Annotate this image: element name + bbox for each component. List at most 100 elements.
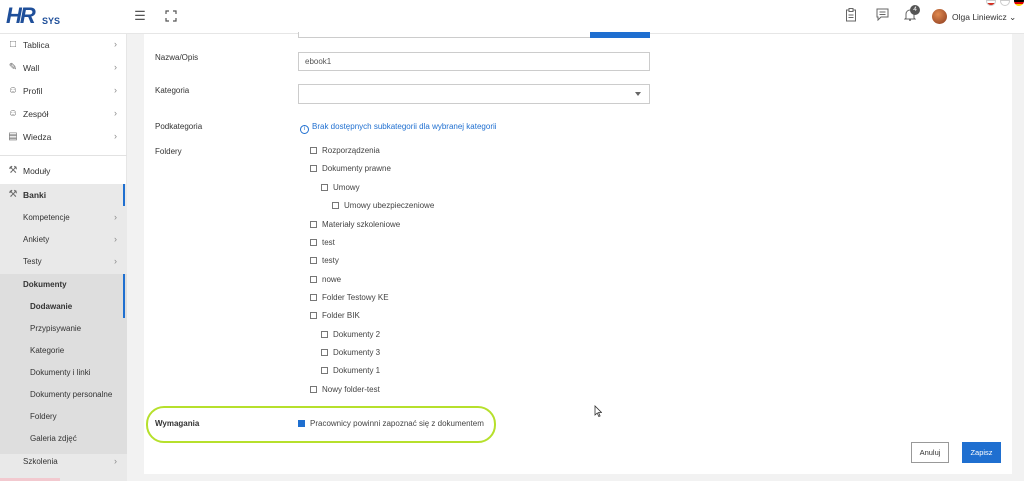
checkbox[interactable] [332, 202, 339, 209]
user-icon: ☺ [7, 85, 19, 96]
checkbox[interactable] [310, 276, 317, 283]
checkbox-checked[interactable] [298, 420, 305, 427]
category-select[interactable] [298, 84, 650, 104]
checkbox[interactable] [321, 367, 328, 374]
book-icon: ▤ [8, 131, 18, 142]
chat-icon[interactable] [874, 8, 890, 24]
document-form-panel: Nazwa/Opis ebook1 Kategoria Podkategoria… [144, 32, 1012, 474]
folder-label: Umowy ubezpieczeniowe [344, 201, 435, 210]
sidebar-item-zespol[interactable]: ☺ Zespół › [0, 103, 127, 125]
chevron-right-icon: › [114, 456, 117, 466]
notification-badge: 4 [910, 5, 920, 15]
folder-label: Folder BIK [322, 311, 360, 320]
wall-icon: ✎ [8, 62, 18, 73]
hrsys-logo[interactable]: HR SYS [6, 3, 66, 28]
sidebar-item-label: Tablica [23, 40, 50, 50]
checkbox[interactable] [310, 147, 317, 154]
sidebar-subsub-przypisywanie[interactable]: Przypisywanie [0, 318, 127, 340]
sidebar-item-banki[interactable]: ⚒ Banki [0, 184, 127, 206]
chevron-right-icon: › [114, 85, 117, 95]
sidebar-item-profil[interactable]: ☺ Profil › [0, 80, 127, 102]
checkbox[interactable] [310, 312, 317, 319]
sidebar-subsub-dokumenty-i-linki[interactable]: Dokumenty i linki [0, 362, 127, 384]
checkbox[interactable] [321, 349, 328, 356]
sidebar-item-tablica[interactable]: □ Tablica › [0, 34, 127, 56]
sidebar-subsub-foldery[interactable]: Foldery [0, 406, 127, 428]
sidebar-sub-szkolenia[interactable]: Szkolenia › [0, 451, 127, 473]
folder-checkbox[interactable]: Dokumenty prawne [310, 164, 391, 176]
folder-checkbox[interactable]: Dokumenty 3 [321, 348, 380, 360]
checkbox[interactable] [310, 386, 317, 393]
sidebar-subsub-dodawanie[interactable]: Dodawanie [0, 296, 127, 318]
chevron-right-icon: › [114, 234, 117, 244]
folder-checkbox[interactable]: Dokumenty 2 [321, 330, 380, 342]
chevron-right-icon: › [114, 62, 117, 72]
folder-checkbox[interactable]: Dokumenty 1 [321, 366, 380, 378]
folder-checkbox[interactable]: test [310, 238, 335, 250]
sidebar-item-wall[interactable]: ✎ Wall › [0, 57, 127, 79]
sidebar-sub-ankiety[interactable]: Ankiety › [0, 229, 127, 251]
save-button[interactable]: Zapisz [962, 442, 1001, 463]
folder-checkbox[interactable]: Umowy ubezpieczeniowe [332, 201, 434, 213]
requirements-checkbox[interactable]: Pracownicy powinni zapoznać się z dokume… [298, 419, 484, 428]
flag-de-icon[interactable] [1014, 0, 1024, 6]
sidebar-item-moduly[interactable]: ⚒ Moduły [0, 160, 127, 182]
cancel-button[interactable]: Anuluj [911, 442, 949, 463]
flag-pl-icon[interactable] [986, 0, 996, 6]
sidebar-subsub-galeria[interactable]: Galeria zdjęć [0, 428, 127, 450]
folder-checkbox[interactable]: Nowy folder-test [310, 385, 380, 397]
sidebar-item-wiedza[interactable]: ▤ Wiedza › [0, 126, 127, 148]
avatar[interactable] [932, 9, 947, 24]
folder-checkbox[interactable]: testy [310, 256, 339, 268]
monitor-icon: □ [9, 39, 17, 50]
sidebar-sub-kompetencje[interactable]: Kompetencje › [0, 207, 127, 229]
chevron-right-icon: › [114, 39, 117, 49]
sidebar-sub-dokumenty[interactable]: Dokumenty [0, 274, 127, 296]
category-label: Kategoria [155, 86, 190, 95]
sidebar-subsub-label: Dodawanie [30, 302, 73, 311]
checkbox[interactable] [310, 294, 317, 301]
logo-text: HR [6, 3, 36, 28]
folder-label: Umowy [333, 183, 360, 192]
sidebar-subsub-label: Przypisywanie [30, 324, 82, 333]
folder-checkbox[interactable]: Materiały szkoleniowe [310, 220, 400, 232]
folder-checkbox[interactable]: Folder BIK [310, 311, 360, 323]
sidebar-sub-testy[interactable]: Testy › [0, 251, 127, 273]
folder-label: Materiały szkoleniowe [322, 220, 401, 229]
chevron-right-icon: › [114, 256, 117, 266]
subcategory-info-text: Brak dostępnych subkategorii dla wybrane… [312, 122, 497, 131]
folder-checkbox[interactable]: Rozporządzenia [310, 146, 380, 158]
info-icon: i [300, 125, 309, 134]
clipboard-icon[interactable] [843, 8, 859, 24]
fullscreen-icon[interactable] [163, 8, 179, 24]
requirements-checkbox-label: Pracownicy powinni zapoznać się z dokume… [310, 419, 484, 428]
sidebar-sub-label: Kompetencje [23, 213, 70, 222]
logo-sub-text: SYS [42, 16, 61, 26]
checkbox[interactable] [310, 165, 317, 172]
folder-checkbox[interactable]: Umowy [321, 183, 360, 195]
checkbox[interactable] [310, 239, 317, 246]
flag-en-icon[interactable] [1000, 0, 1010, 6]
checkbox[interactable] [321, 331, 328, 338]
user-menu[interactable]: Olga Liniewicz ⌄ [952, 12, 1016, 23]
folder-checkbox[interactable]: Folder Testowy KE [310, 293, 389, 305]
browse-button[interactable] [590, 32, 650, 38]
checkbox[interactable] [321, 184, 328, 191]
sidebar-item-label: Banki [23, 190, 47, 200]
sidebar-item-label: Moduły [23, 166, 51, 176]
checkbox[interactable] [310, 221, 317, 228]
sidebar-subsub-dokumenty-personalne[interactable]: Dokumenty personalne [0, 384, 127, 406]
folder-label: Nowy folder-test [322, 385, 380, 394]
subcategory-info: i Brak dostępnych subkategorii dla wybran… [300, 122, 497, 134]
folder-label: Dokumenty 2 [333, 330, 381, 339]
folder-checkbox[interactable]: nowe [310, 275, 341, 287]
folder-label: Dokumenty 3 [333, 348, 381, 357]
folder-label: Dokumenty 1 [333, 366, 381, 375]
sidebar-subsub-kategorie[interactable]: Kategorie [0, 340, 127, 362]
sidebar-divider [0, 155, 127, 156]
checkbox[interactable] [310, 257, 317, 264]
sidebar-subsub-label: Kategorie [30, 346, 65, 355]
menu-toggle-icon[interactable]: ☰ [132, 8, 148, 24]
sidebar-subsub-label: Galeria zdjęć [30, 434, 77, 443]
name-input[interactable]: ebook1 [298, 52, 650, 71]
